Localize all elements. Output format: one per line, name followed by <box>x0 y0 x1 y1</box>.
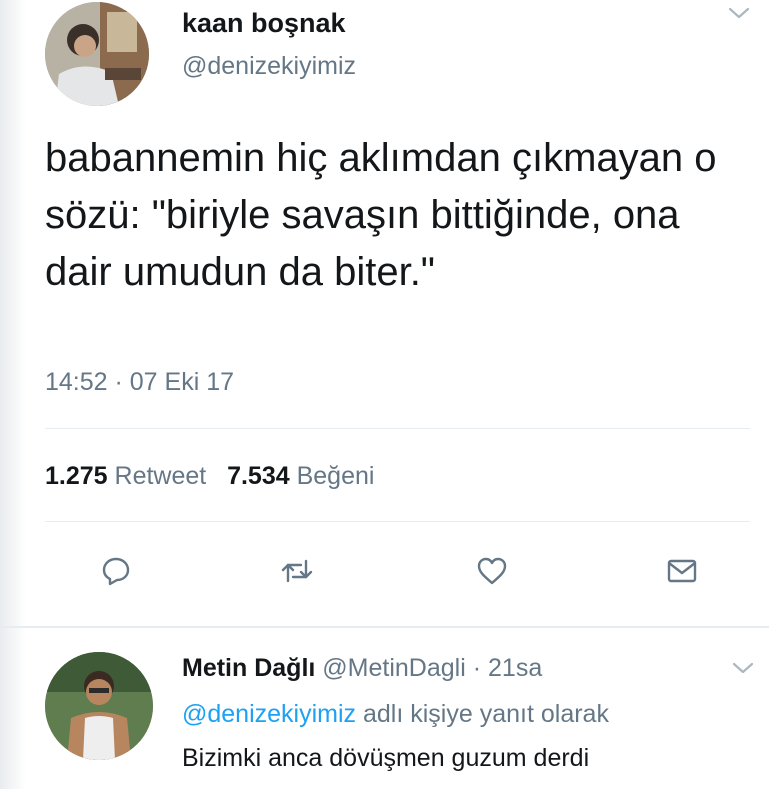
reply-button[interactable] <box>98 553 134 589</box>
like-stat[interactable]: 7.534 Beğeni <box>227 462 374 490</box>
reply-time[interactable]: 21sa <box>488 654 542 682</box>
chevron-down-icon[interactable] <box>731 660 755 676</box>
tweet-text: babannemin hiç aklımdan çıkmayan o sözü:… <box>45 136 717 294</box>
divider <box>45 428 750 429</box>
chevron-down-icon[interactable] <box>727 5 751 21</box>
tweet-timestamp[interactable]: 14:52 · 07 Eki 17 <box>45 368 234 397</box>
like-button[interactable] <box>474 553 510 589</box>
reply-context: @denizekiyimiz adlı kişiye yanıt olarak <box>182 700 609 729</box>
like-label: Beğeni <box>296 462 375 490</box>
retweet-count: 1.275 <box>45 462 108 490</box>
reply-icon <box>102 557 130 586</box>
reply-to-suffix: adlı kişiye yanıt olarak <box>363 700 609 728</box>
retweet-icon <box>281 559 313 583</box>
reply-text: Bizimki anca dövüşmen guzum derdi <box>182 744 590 772</box>
author-avatar[interactable] <box>45 2 149 106</box>
retweet-button[interactable] <box>279 553 315 589</box>
separator-dot: · <box>472 654 482 682</box>
direct-message-icon <box>667 559 697 583</box>
like-count: 7.534 <box>227 462 290 490</box>
reply-header: Metin Dağlı @MetinDagli · 21sa <box>182 654 542 683</box>
reply-author-avatar[interactable] <box>45 652 153 760</box>
retweet-label: Retweet <box>114 462 207 490</box>
section-divider <box>0 626 769 628</box>
author-handle[interactable]: @denizekiyimiz <box>182 52 356 81</box>
divider <box>45 521 750 522</box>
reply-author-name[interactable]: Metin Dağlı <box>182 654 315 682</box>
retweet-stat[interactable]: 1.275 Retweet <box>45 462 206 490</box>
left-edge-shadow <box>0 0 26 789</box>
direct-message-button[interactable] <box>664 553 700 589</box>
like-icon <box>477 557 507 585</box>
author-name[interactable]: kaan boşnak <box>182 8 346 39</box>
reply-author-handle[interactable]: @MetinDagli <box>322 654 465 682</box>
tweet-stats: 1.275 Retweet 7.534 Beğeni <box>45 462 374 491</box>
reply-to-mention-link[interactable]: @denizekiyimiz <box>182 700 356 728</box>
